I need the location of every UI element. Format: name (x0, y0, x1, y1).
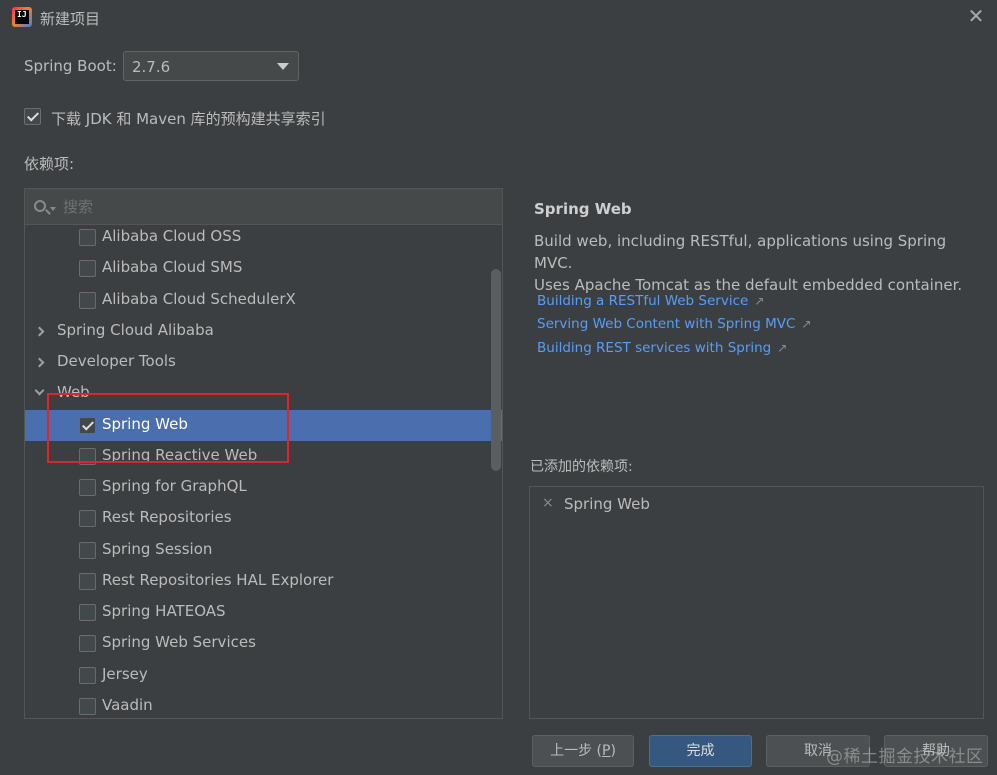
external-link-icon: ↗ (754, 294, 765, 308)
dependency-checkbox[interactable] (79, 666, 96, 684)
tree-item-label: Rest Repositories HAL Explorer (102, 570, 334, 589)
dependency-checkbox[interactable] (79, 229, 96, 246)
previous-button[interactable]: 上一步 (P) (532, 735, 634, 767)
spring-boot-version-value: 2.7.6 (132, 58, 171, 76)
tree-group-row[interactable]: Spring Cloud Alibaba (25, 316, 502, 347)
spring-boot-label: Spring Boot: (24, 57, 117, 75)
detail-description: Build web, including RESTful, applicatio… (534, 230, 984, 296)
tree-item-row[interactable]: Alibaba Cloud OSS (25, 222, 502, 253)
highlight-annotation-box (47, 393, 289, 463)
intellij-logo-icon: IJ (12, 7, 32, 27)
tree-group-row[interactable]: Developer Tools (25, 347, 502, 378)
chevron-right-icon[interactable] (34, 357, 45, 368)
dependency-checkbox[interactable] (79, 572, 96, 590)
external-link-icon: ↗ (801, 317, 812, 331)
added-dependencies-label: 已添加的依赖项: (530, 459, 633, 475)
title-bar: IJ 新建项目 ✕ (0, 0, 997, 36)
window-title: 新建项目 (40, 10, 101, 28)
tree-item-row[interactable]: Jersey (25, 660, 502, 691)
dependency-checkbox[interactable] (79, 291, 96, 309)
tree-scrollbar[interactable] (491, 269, 501, 471)
added-dependencies-panel: × Spring Web (529, 486, 984, 719)
tree-item-label: Alibaba Cloud SMS (102, 258, 243, 277)
dependency-checkbox[interactable] (79, 510, 96, 528)
tree-item-label: Alibaba Cloud SchedulerX (102, 289, 296, 308)
tree-item-row[interactable]: Spring Web Services (25, 628, 502, 659)
close-icon[interactable]: ✕ (964, 4, 988, 28)
tree-item-row[interactable]: Alibaba Cloud SchedulerX (25, 285, 502, 316)
dropdown-arrow-icon (277, 63, 289, 70)
dependency-search-bar (25, 189, 502, 225)
tree-item-row[interactable]: Spring HATEOAS (25, 597, 502, 628)
dependency-search-input[interactable] (63, 197, 483, 217)
guide-link-rest-services[interactable]: Building REST services with Spring ↗ (537, 340, 787, 356)
tree-item-label: Spring Session (102, 539, 213, 558)
guide-link-restful[interactable]: Building a RESTful Web Service ↗ (537, 293, 764, 309)
tree-item-row[interactable]: Spring Session (25, 535, 502, 566)
dependencies-label: 依赖项: (24, 155, 75, 173)
search-options-caret-icon[interactable] (50, 207, 56, 211)
watermark: @稀土掘金技术社区 (826, 747, 984, 767)
tree-item-label: Rest Repositories (102, 508, 232, 527)
dependency-checkbox[interactable] (79, 635, 96, 653)
dependency-checkbox[interactable] (79, 479, 96, 496)
detail-description-line: Build web, including RESTful, applicatio… (534, 232, 947, 272)
tree-group-label: Spring Cloud Alibaba (57, 320, 214, 339)
remove-dependency-icon[interactable]: × (542, 495, 554, 511)
tree-item-row[interactable]: Spring for GraphQL (25, 472, 502, 503)
download-index-label: 下载 JDK 和 Maven 库的预构建共享索引 (51, 110, 326, 128)
added-dependency-item: Spring Web (564, 495, 650, 513)
dependency-checkbox[interactable] (79, 604, 96, 621)
tree-item-label: Spring Web Services (102, 633, 256, 652)
tree-item-row[interactable]: Rest Repositories HAL Explorer (25, 566, 502, 597)
tree-item-row[interactable]: Rest Repositories (25, 503, 502, 534)
detail-title: Spring Web (534, 200, 632, 218)
tree-item-label: Jersey (102, 664, 148, 683)
tree-item-row[interactable]: Vaadin (25, 691, 502, 718)
tree-item-label: Vaadin (102, 695, 153, 714)
download-index-checkbox[interactable] (24, 108, 41, 125)
dependency-checkbox[interactable] (79, 697, 96, 715)
guide-link-mvc[interactable]: Serving Web Content with Spring MVC ↗ (537, 316, 811, 332)
dependency-checkbox[interactable] (79, 260, 96, 278)
tree-item-label: Alibaba Cloud OSS (102, 227, 242, 245)
spring-boot-version-select[interactable]: 2.7.6 (123, 51, 299, 81)
tree-item-label: Spring for GraphQL (102, 477, 247, 495)
finish-button[interactable]: 完成 (649, 735, 752, 767)
chevron-right-icon[interactable] (34, 326, 45, 337)
tree-group-label: Developer Tools (57, 352, 176, 370)
external-link-icon: ↗ (777, 341, 788, 355)
search-icon[interactable] (34, 200, 46, 212)
chevron-down-icon[interactable] (34, 385, 45, 396)
tree-item-label: Spring HATEOAS (102, 602, 226, 620)
dependency-checkbox[interactable] (79, 541, 96, 559)
tree-item-row[interactable]: Alibaba Cloud SMS (25, 253, 502, 284)
